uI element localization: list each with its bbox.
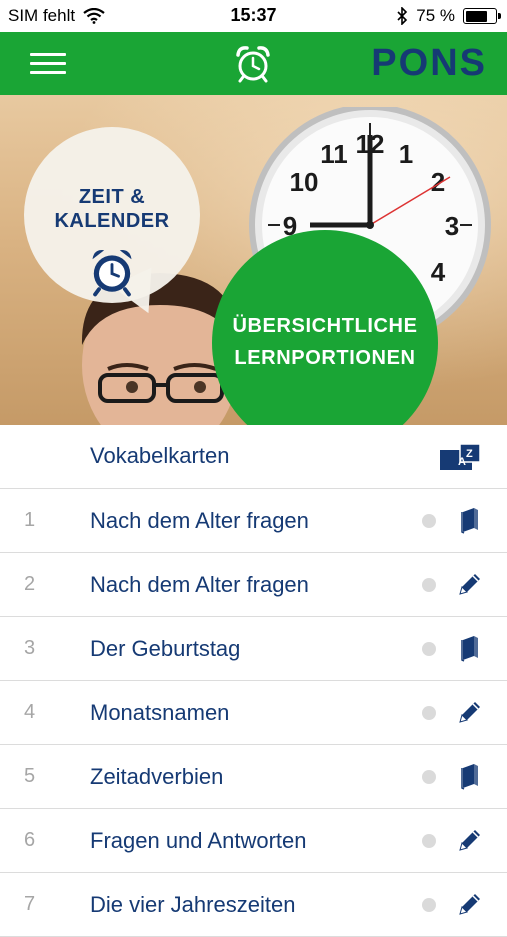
lesson-title: Der Geburtstag	[90, 636, 241, 661]
progress-dot	[422, 514, 436, 528]
lesson-number: 5	[24, 765, 36, 787]
list-item[interactable]: 5 Zeitadverbien	[0, 745, 507, 809]
list-item[interactable]: 3 Der Geburtstag	[0, 617, 507, 681]
lesson-title: Monatsnamen	[90, 700, 230, 725]
lesson-number: 3	[24, 637, 36, 659]
topic-title-line: ZEIT &	[78, 186, 146, 208]
book-icon[interactable]	[456, 634, 484, 662]
progress-dot	[422, 578, 436, 592]
clock-numeral: 1	[399, 139, 413, 169]
promo-text: ÜBERSICHTLICHE LERNPORTIONEN	[212, 310, 438, 374]
clock-numeral: 4	[431, 257, 446, 287]
lesson-title: Die vier Jahreszeiten	[90, 892, 296, 917]
list-item[interactable]: 2 Nach dem Alter fragen	[0, 553, 507, 617]
pons-logo: PONS	[371, 42, 487, 84]
svg-text:A: A	[458, 456, 466, 468]
menu-icon	[30, 53, 66, 56]
promo-line: LERNPORTIONEN	[234, 347, 416, 369]
menu-button[interactable]	[30, 53, 66, 75]
svg-text:Z: Z	[466, 448, 473, 460]
alarm-clock-icon[interactable]	[233, 44, 273, 84]
progress-dot	[422, 642, 436, 656]
lesson-number: 1	[24, 509, 36, 531]
vocab-cards-label: Vokabelkarten	[90, 443, 230, 468]
pencil-icon[interactable]	[456, 698, 484, 726]
menu-icon	[30, 62, 66, 65]
pencil-icon[interactable]	[456, 826, 484, 854]
lesson-number: 6	[24, 829, 36, 851]
lesson-title: Fragen und Antworten	[90, 828, 307, 853]
progress-dot	[422, 898, 436, 912]
lesson-title: Nach dem Alter fragen	[90, 572, 309, 597]
list-item[interactable]: 7 Die vier Jahreszeiten	[0, 873, 507, 937]
progress-dot	[422, 834, 436, 848]
promo-bubble: ÜBERSICHTLICHE LERNPORTIONEN	[212, 230, 438, 456]
list-item[interactable]: 6 Fragen und Antworten	[0, 809, 507, 873]
status-right: 75 %	[396, 6, 501, 26]
nav-bar: PONS	[0, 32, 507, 95]
topic-title-line: KALENDER	[54, 210, 170, 232]
status-bar: SIM fehlt 15:37 75 %	[0, 0, 507, 32]
pencil-icon[interactable]	[456, 890, 484, 918]
lesson-list: Vokabelkarten A Z 1 Nach dem Alter frage…	[0, 425, 507, 937]
lesson-title: Nach dem Alter fragen	[90, 508, 309, 533]
alarm-clock-icon	[92, 250, 132, 297]
list-item[interactable]: 1 Nach dem Alter fragen	[0, 489, 507, 553]
lesson-title: Zeitadverbien	[90, 764, 224, 789]
battery-percent: 75 %	[416, 6, 455, 25]
book-icon[interactable]	[456, 762, 484, 790]
pencil-icon[interactable]	[456, 570, 484, 598]
list-item[interactable]: 4 Monatsnamen	[0, 681, 507, 745]
menu-icon	[30, 71, 66, 74]
progress-dot	[422, 770, 436, 784]
lesson-number: 7	[24, 893, 36, 915]
vocab-cards-row[interactable]: Vokabelkarten A Z	[0, 425, 507, 489]
clock-numeral: 10	[290, 167, 319, 197]
promo-line: ÜBERSICHTLICHE	[232, 315, 418, 337]
topic-badge: ZEIT & KALENDER	[24, 127, 200, 303]
progress-dot	[422, 706, 436, 720]
bluetooth-icon	[397, 7, 408, 25]
lesson-number: 2	[24, 573, 36, 595]
battery-fill	[465, 10, 488, 22]
clock-numeral: 11	[320, 139, 348, 169]
flashcards-az-icon[interactable]: A Z	[438, 443, 482, 471]
battery-icon	[463, 8, 501, 24]
clock-numeral: 3	[445, 211, 459, 241]
topic-title: ZEIT & KALENDER	[24, 185, 200, 233]
book-icon[interactable]	[456, 506, 484, 534]
lesson-number: 4	[24, 701, 36, 723]
